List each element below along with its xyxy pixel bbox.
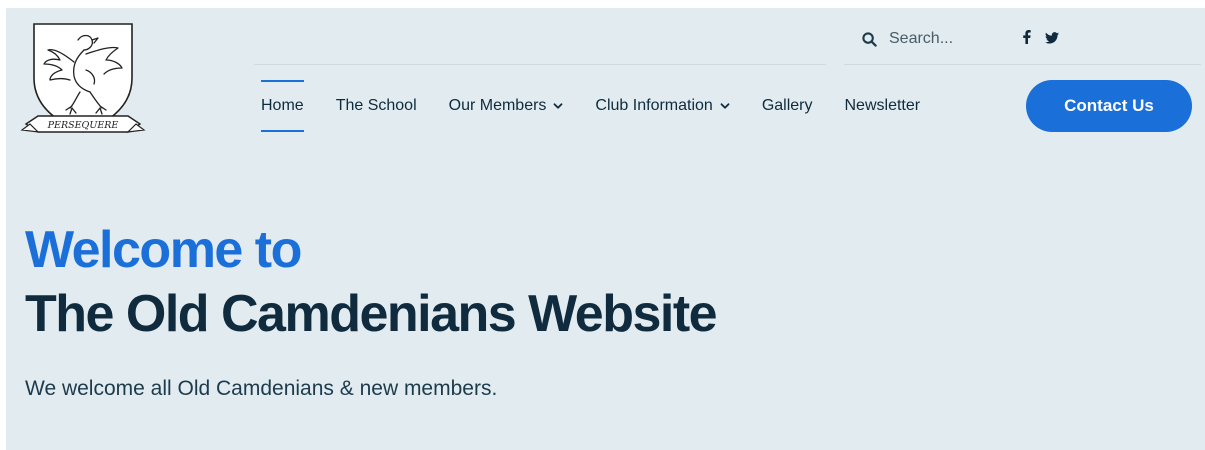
nav-item-label: The School <box>335 97 417 114</box>
facebook-icon[interactable] <box>1022 30 1031 49</box>
page-background: PERSEQUERE Home The S <box>6 8 1205 450</box>
hero-title-line1: Welcome to <box>25 221 302 279</box>
hero-subtitle: We welcome all Old Camdenians & new memb… <box>25 377 498 400</box>
utility-divider-left <box>254 64 826 65</box>
search-input[interactable] <box>889 30 979 48</box>
contact-us-button[interactable]: Contact Us <box>1026 80 1192 132</box>
nav-item-newsletter[interactable]: Newsletter <box>845 80 921 132</box>
nav-item-gallery[interactable]: Gallery <box>762 80 813 132</box>
crest-icon: PERSEQUERE <box>20 23 146 133</box>
hero-title-line2: The Old Camdenians Website <box>25 285 718 343</box>
nav-item-label: Home <box>261 97 304 114</box>
social-links <box>1022 30 1059 49</box>
nav-item-label: Newsletter <box>844 97 921 114</box>
chevron-down-icon <box>554 103 563 109</box>
main-nav: Home The School Our Members Club Informa… <box>261 80 952 132</box>
nav-item-label: Club Information <box>595 97 713 114</box>
nav-item-label: Gallery <box>761 97 813 114</box>
chevron-down-icon <box>720 103 730 109</box>
site-logo[interactable]: PERSEQUERE <box>20 20 146 140</box>
logo-motto: PERSEQUERE <box>47 120 119 131</box>
utility-divider-right <box>844 64 1201 65</box>
nav-item-label: Our Members <box>448 97 547 114</box>
nav-item-home[interactable]: Home <box>261 80 304 132</box>
search-icon[interactable] <box>862 31 877 47</box>
nav-item-club-information[interactable]: Club Information <box>595 80 730 132</box>
nav-item-the-school[interactable]: The School <box>336 80 417 132</box>
search-box[interactable] <box>862 28 979 50</box>
nav-item-our-members[interactable]: Our Members <box>449 80 564 132</box>
twitter-icon[interactable] <box>1045 31 1059 49</box>
